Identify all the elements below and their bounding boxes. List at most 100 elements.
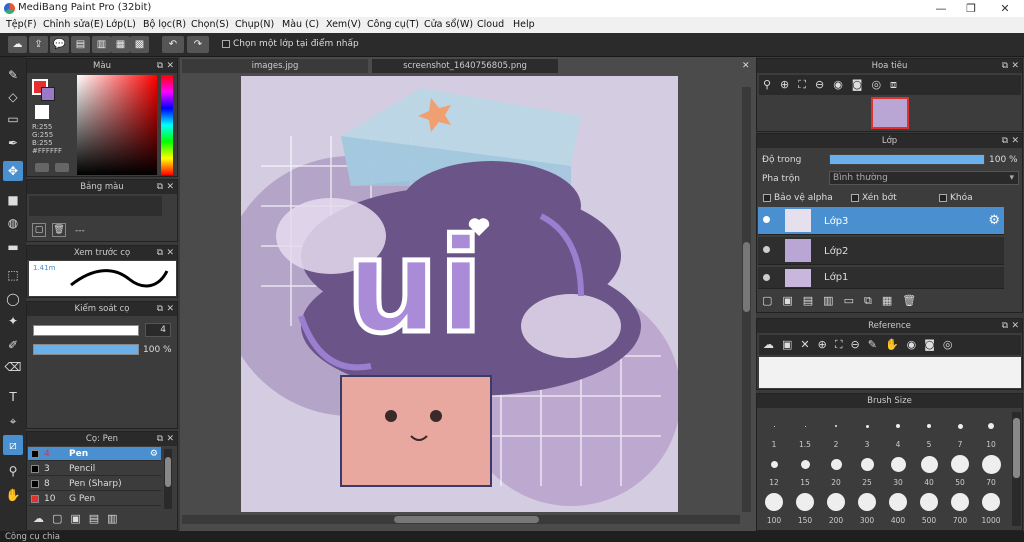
hue-slider[interactable] bbox=[161, 75, 173, 175]
lasso-icon[interactable]: ◯ bbox=[3, 289, 23, 309]
layer-actions[interactable]: ▢▣▤▥▭⧉▦🗑 bbox=[762, 294, 926, 308]
divide-tool-icon[interactable]: ⧄ bbox=[3, 435, 23, 455]
color-mode-button[interactable] bbox=[35, 163, 49, 172]
brush-size-option[interactable]: 1000 bbox=[976, 490, 1006, 534]
navigator-thumbnail[interactable] bbox=[871, 97, 909, 129]
panel-close-icon[interactable]: ✕ bbox=[1011, 134, 1019, 148]
brush-item-pencil[interactable]: 3 Pencil bbox=[28, 462, 161, 476]
transparent-color-swatch[interactable] bbox=[35, 105, 49, 119]
detach-icon[interactable]: ⧉ bbox=[1002, 59, 1008, 73]
palette-swatches[interactable] bbox=[29, 196, 162, 216]
panel-close-icon[interactable]: ✕ bbox=[166, 59, 174, 73]
layer-row-3[interactable]: Lớp3 ⚙ bbox=[758, 207, 1004, 235]
brush-opacity-slider[interactable] bbox=[33, 344, 139, 355]
reference-toolbar[interactable]: ☁▣✕⊕⛶⊖✎✋◉◙◎ bbox=[759, 335, 1021, 355]
layer-row-2[interactable]: Lớp2 bbox=[758, 237, 1004, 265]
panel-close-icon[interactable]: ✕ bbox=[166, 246, 174, 260]
brush-size-value[interactable]: 4 bbox=[145, 323, 171, 337]
undo-icon[interactable]: ↶ bbox=[162, 36, 184, 53]
secondary-color-swatch[interactable] bbox=[41, 87, 55, 101]
brush-size-option[interactable]: 150 bbox=[790, 490, 820, 534]
fill-rect-tool-icon[interactable]: ■ bbox=[3, 190, 23, 210]
eye-icon[interactable] bbox=[763, 216, 770, 223]
menu-view[interactable]: Xem(V) bbox=[326, 19, 361, 30]
navigator-toolbar[interactable]: ⚲⊕⛶⊖◉◙◎⧈ bbox=[759, 75, 1021, 95]
menu-select[interactable]: Chọn(S) bbox=[191, 19, 229, 30]
brush-item-g-pen[interactable]: 10 G Pen bbox=[28, 492, 161, 506]
menu-filter[interactable]: Bộ lọc(R) bbox=[143, 19, 186, 30]
eye-icon[interactable] bbox=[763, 246, 770, 253]
eyedropper-icon[interactable]: ⚲ bbox=[3, 461, 23, 481]
brush-size-option[interactable]: 300 bbox=[852, 490, 882, 534]
menu-help[interactable]: Help bbox=[513, 19, 535, 30]
detach-icon[interactable]: ⧉ bbox=[1002, 319, 1008, 333]
magic-wand-icon[interactable]: ✦ bbox=[3, 311, 23, 331]
brush-size-scrollbar[interactable] bbox=[1012, 412, 1021, 526]
detach-icon[interactable]: ⧉ bbox=[157, 180, 163, 194]
lock-checkbox[interactable]: Khóa bbox=[939, 193, 973, 203]
operation-tool-icon[interactable]: ⌖ bbox=[3, 411, 23, 431]
brush-size-slider[interactable] bbox=[33, 325, 139, 336]
reference-view[interactable] bbox=[759, 357, 1021, 388]
vertical-scrollbar[interactable] bbox=[742, 87, 751, 512]
brush-list-scrollbar[interactable] bbox=[164, 449, 172, 509]
detach-icon[interactable]: ⧉ bbox=[157, 302, 163, 316]
menu-capture[interactable]: Chụp(N) bbox=[235, 19, 274, 30]
brush-size-option[interactable]: 100 bbox=[759, 490, 789, 534]
select-eraser-icon[interactable]: ⌫ bbox=[3, 357, 23, 377]
detach-icon[interactable]: ⧉ bbox=[157, 432, 163, 446]
brush-size-option[interactable]: 400 bbox=[883, 490, 913, 534]
artwork-canvas[interactable]: ui bbox=[241, 76, 678, 512]
eye-icon[interactable] bbox=[763, 274, 770, 281]
brush-size-option[interactable]: 700 bbox=[945, 490, 975, 534]
brush-size-option[interactable]: 200 bbox=[821, 490, 851, 534]
panel-close-icon[interactable]: ✕ bbox=[166, 302, 174, 316]
hand-tool-icon[interactable]: ✋ bbox=[3, 485, 23, 505]
select-pen-icon[interactable]: ✐ bbox=[3, 335, 23, 355]
cloud-icon[interactable]: ☁ bbox=[8, 36, 27, 53]
brush-list-actions[interactable]: ☁▢▣▤▥ bbox=[33, 512, 126, 525]
color-wheel-button[interactable] bbox=[55, 163, 69, 172]
brush-item-pen-sharp[interactable]: 8 Pen (Sharp) bbox=[28, 477, 161, 491]
notes-icon[interactable]: ▥ bbox=[92, 36, 111, 53]
menu-layer[interactable]: Lớp(L) bbox=[106, 19, 136, 30]
add-palette-icon[interactable]: ▢ bbox=[32, 223, 46, 237]
menu-cloud[interactable]: Cloud bbox=[477, 19, 504, 30]
eraser-tool-icon[interactable]: ◇ bbox=[3, 87, 23, 107]
share-icon[interactable]: ⇪ bbox=[29, 36, 48, 53]
panel-close-icon[interactable]: ✕ bbox=[166, 180, 174, 194]
menu-tools[interactable]: Công cụ(T) bbox=[367, 19, 419, 30]
menu-edit[interactable]: Chỉnh sửa(E) bbox=[43, 19, 104, 30]
detach-icon[interactable]: ⧉ bbox=[1002, 134, 1008, 148]
menu-window[interactable]: Cửa sổ(W) bbox=[424, 19, 473, 30]
tiles-icon[interactable]: ▩ bbox=[130, 36, 149, 53]
grid-icon[interactable]: ▦ bbox=[111, 36, 130, 53]
brush-size-option[interactable]: 500 bbox=[914, 490, 944, 534]
panel-close-icon[interactable]: ✕ bbox=[166, 432, 174, 446]
blend-mode-select[interactable]: Bình thường ▾ bbox=[829, 171, 1019, 185]
close-button[interactable]: ✕ bbox=[990, 0, 1020, 17]
detach-icon[interactable]: ⧉ bbox=[157, 59, 163, 73]
brush-tool-icon[interactable]: ✎ bbox=[3, 65, 23, 85]
horizontal-scrollbar[interactable] bbox=[182, 515, 740, 524]
panel-close-icon[interactable]: ✕ bbox=[1011, 319, 1019, 333]
pen-tool-icon[interactable]: ✒ bbox=[3, 133, 23, 153]
maximize-button[interactable]: ❐ bbox=[956, 0, 986, 17]
bucket-tool-icon[interactable]: ◍ bbox=[3, 213, 23, 233]
panel-close-icon[interactable]: ✕ bbox=[1011, 59, 1019, 73]
move-tool-icon[interactable]: ✥ bbox=[3, 161, 23, 181]
delete-palette-icon[interactable]: 🗑 bbox=[52, 223, 66, 237]
gear-icon[interactable]: ⚙ bbox=[150, 447, 158, 461]
protect-alpha-checkbox[interactable]: Bảo vệ alpha bbox=[763, 193, 833, 203]
gradient-tool-icon[interactable]: ▬ bbox=[3, 237, 23, 257]
gear-icon[interactable]: ⚙ bbox=[988, 213, 1000, 228]
menu-file[interactable]: Tệp(F) bbox=[6, 19, 37, 30]
chat-icon[interactable]: 💬 bbox=[50, 36, 69, 53]
select-rect-icon[interactable]: ⬚ bbox=[3, 265, 23, 285]
clipping-checkbox[interactable]: Xén bớt bbox=[851, 193, 897, 203]
saturation-value-picker[interactable] bbox=[77, 75, 157, 175]
select-layer-checkbox[interactable]: Chọn một lớp tại điểm nhấp bbox=[222, 39, 359, 49]
document-icon[interactable]: ▤ bbox=[71, 36, 90, 53]
text-tool-icon[interactable]: T bbox=[3, 387, 23, 407]
tab-images-jpg[interactable]: images.jpg bbox=[182, 59, 368, 73]
